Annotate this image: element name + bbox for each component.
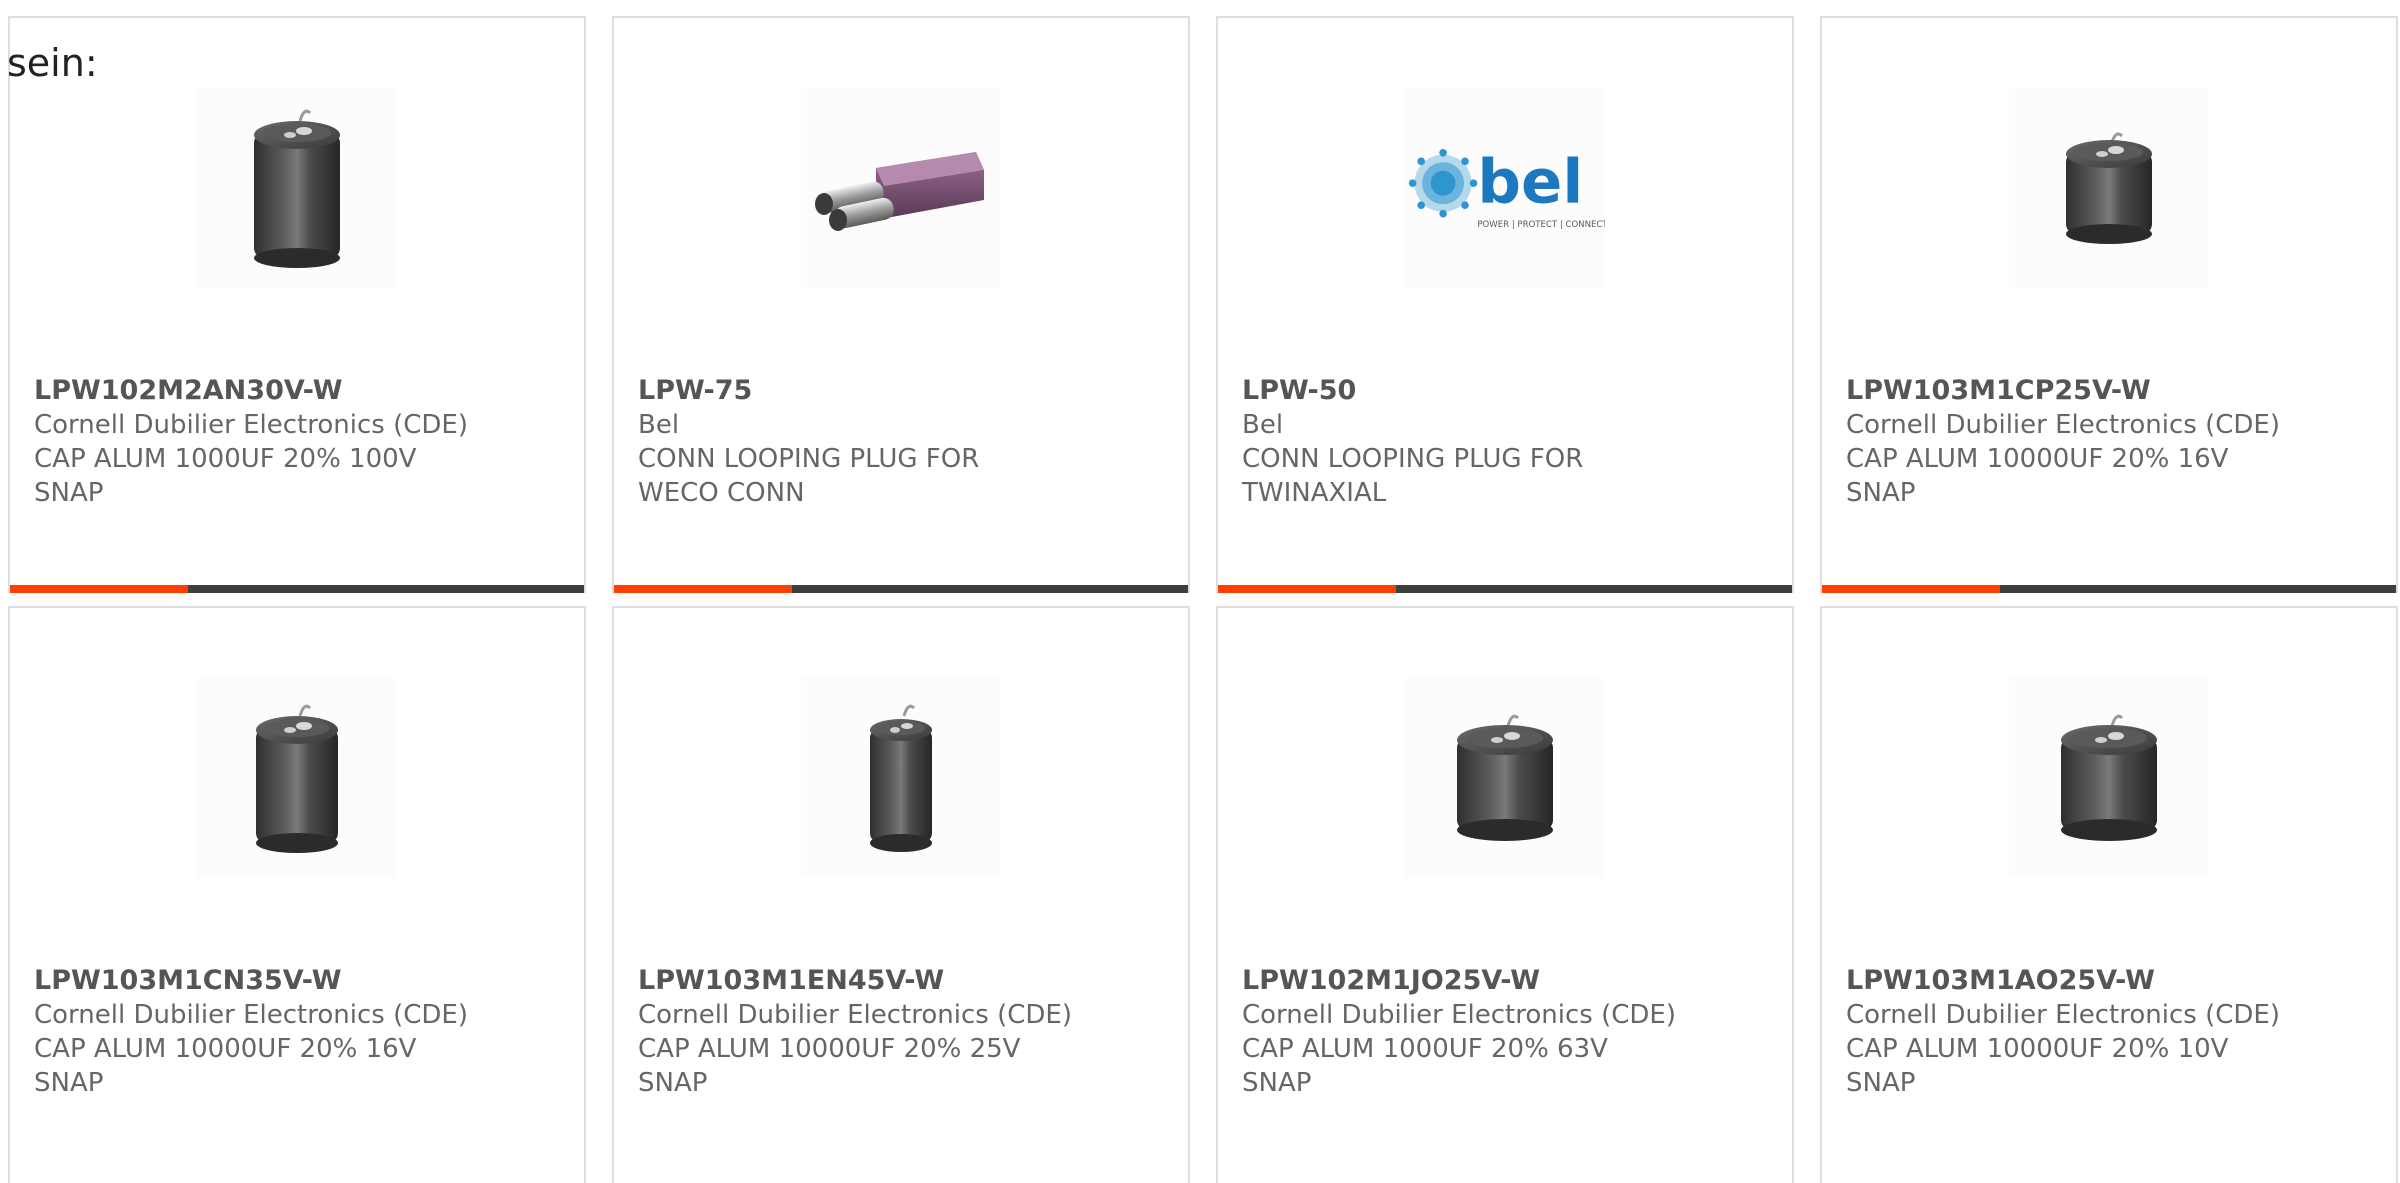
part-number-link[interactable]: LPW102M2AN30V-W [34,374,560,408]
product-card[interactable]: LPW102M1JO25V-W Cornell Dubilier Electro… [1216,606,1794,1183]
capacitor-image[interactable] [801,678,1001,878]
part-number-link[interactable]: LPW103M1AO25V-W [1846,964,2372,998]
manufacturer-label: Cornell Dubilier Electronics (CDE) [34,1000,468,1030]
description-text: CAP ALUM 10000UF 20% 16V SNAP [1846,444,2229,508]
capacitor-image[interactable] [1405,678,1605,878]
capacitor-image[interactable] [2009,88,2209,288]
description-text: CAP ALUM 10000UF 20% 16V SNAP [34,1034,417,1098]
looping-plug-image[interactable] [801,88,1001,288]
manufacturer-label: Cornell Dubilier Electronics (CDE) [1242,1000,1676,1030]
capacitor-image[interactable] [197,88,397,288]
product-card[interactable]: LPW103M1EN45V-W Cornell Dubilier Electro… [612,606,1190,1183]
bel-logo[interactable]: bel POWER | PROTECT | CONNECT [1405,88,1605,288]
description-text: CAP ALUM 10000UF 20% 10V SNAP [1846,1034,2229,1098]
card-accent-bar [10,585,584,593]
accent-fill [614,585,792,593]
part-number-link[interactable]: LPW103M1CP25V-W [1846,374,2372,408]
description-text: CONN LOOPING PLUG FOR TWINAXIAL [1242,444,1584,508]
intro-text: sein: [7,41,98,85]
manufacturer-label: Cornell Dubilier Electronics (CDE) [1846,410,2280,440]
card-accent-bar [1218,585,1792,593]
description-text: CONN LOOPING PLUG FOR WECO CONN [638,444,980,508]
capacitor-image[interactable] [2009,678,2209,878]
description-text: CAP ALUM 10000UF 20% 25V SNAP [638,1034,1021,1098]
description-text: CAP ALUM 1000UF 20% 63V SNAP [1242,1034,1608,1098]
manufacturer-label: Cornell Dubilier Electronics (CDE) [1846,1000,2280,1030]
description-text: CAP ALUM 1000UF 20% 100V SNAP [34,444,417,508]
part-number-link[interactable]: LPW-75 [638,374,1164,408]
part-number-link[interactable]: LPW-50 [1242,374,1768,408]
manufacturer-label: Bel [1242,410,1284,440]
accent-fill [1218,585,1396,593]
product-card[interactable]: LPW102M2AN30V-W Cornell Dubilier Electro… [8,16,586,593]
part-number-link[interactable]: LPW103M1EN45V-W [638,964,1164,998]
product-card[interactable]: LPW-75 Bel CONN LOOPING PLUG FOR WECO CO… [612,16,1190,593]
manufacturer-label: Cornell Dubilier Electronics (CDE) [638,1000,1072,1030]
bel-logo-tagline: POWER | PROTECT | CONNECT [1477,220,1605,230]
product-card[interactable]: LPW103M1CN35V-W Cornell Dubilier Electro… [8,606,586,1183]
manufacturer-label: Cornell Dubilier Electronics (CDE) [34,410,468,440]
part-number-link[interactable]: LPW102M1JO25V-W [1242,964,1768,998]
accent-fill [1822,585,2000,593]
capacitor-image[interactable] [197,678,397,878]
accent-fill [10,585,188,593]
card-accent-bar [1822,585,2396,593]
product-card[interactable]: LPW103M1CP25V-W Cornell Dubilier Electro… [1820,16,2398,593]
card-accent-bar [614,585,1188,593]
part-number-link[interactable]: LPW103M1CN35V-W [34,964,560,998]
manufacturer-label: Bel [638,410,680,440]
product-card[interactable]: bel POWER | PROTECT | CONNECT LPW-50 Bel… [1216,16,1794,593]
bel-logo-text: bel [1477,146,1583,217]
product-card[interactable]: LPW103M1AO25V-W Cornell Dubilier Electro… [1820,606,2398,1183]
